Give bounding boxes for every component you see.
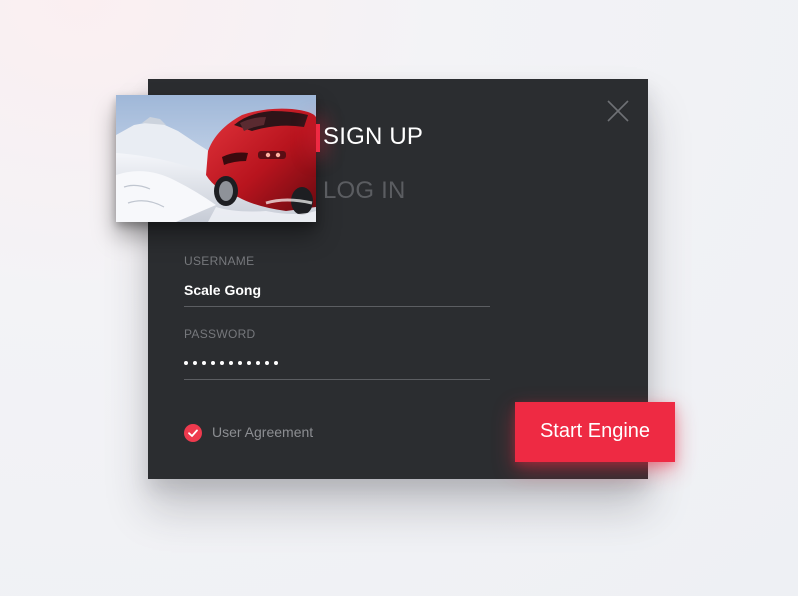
password-underline <box>184 379 490 380</box>
username-label: USERNAME <box>184 254 255 268</box>
password-mask-dot <box>211 361 215 365</box>
close-icon <box>607 100 629 122</box>
password-mask-dot <box>184 361 188 365</box>
password-field[interactable] <box>184 356 490 372</box>
car-photo <box>116 95 316 222</box>
password-mask-dot <box>265 361 269 365</box>
username-field[interactable]: Scale Gong <box>184 282 490 298</box>
password-mask-dot <box>202 361 206 365</box>
agreement-label[interactable]: User Agreement <box>212 424 313 440</box>
password-mask-dot <box>238 361 242 365</box>
password-mask-dot <box>193 361 197 365</box>
username-underline <box>184 306 490 307</box>
password-label: PASSWORD <box>184 327 256 341</box>
tab-log-in[interactable]: LOG IN <box>323 177 406 205</box>
active-tab-indicator <box>316 124 320 152</box>
red-car-in-snow-image <box>116 95 316 222</box>
tab-sign-up[interactable]: SIGN UP <box>323 123 423 151</box>
password-mask-dot <box>247 361 251 365</box>
agreement-checkbox[interactable] <box>184 424 202 442</box>
close-button[interactable] <box>606 99 630 123</box>
password-mask-dot <box>229 361 233 365</box>
start-engine-button[interactable]: Start Engine <box>515 402 675 462</box>
check-icon <box>188 429 198 437</box>
password-mask-dot <box>274 361 278 365</box>
password-mask-dot <box>256 361 260 365</box>
password-mask-dot <box>220 361 224 365</box>
